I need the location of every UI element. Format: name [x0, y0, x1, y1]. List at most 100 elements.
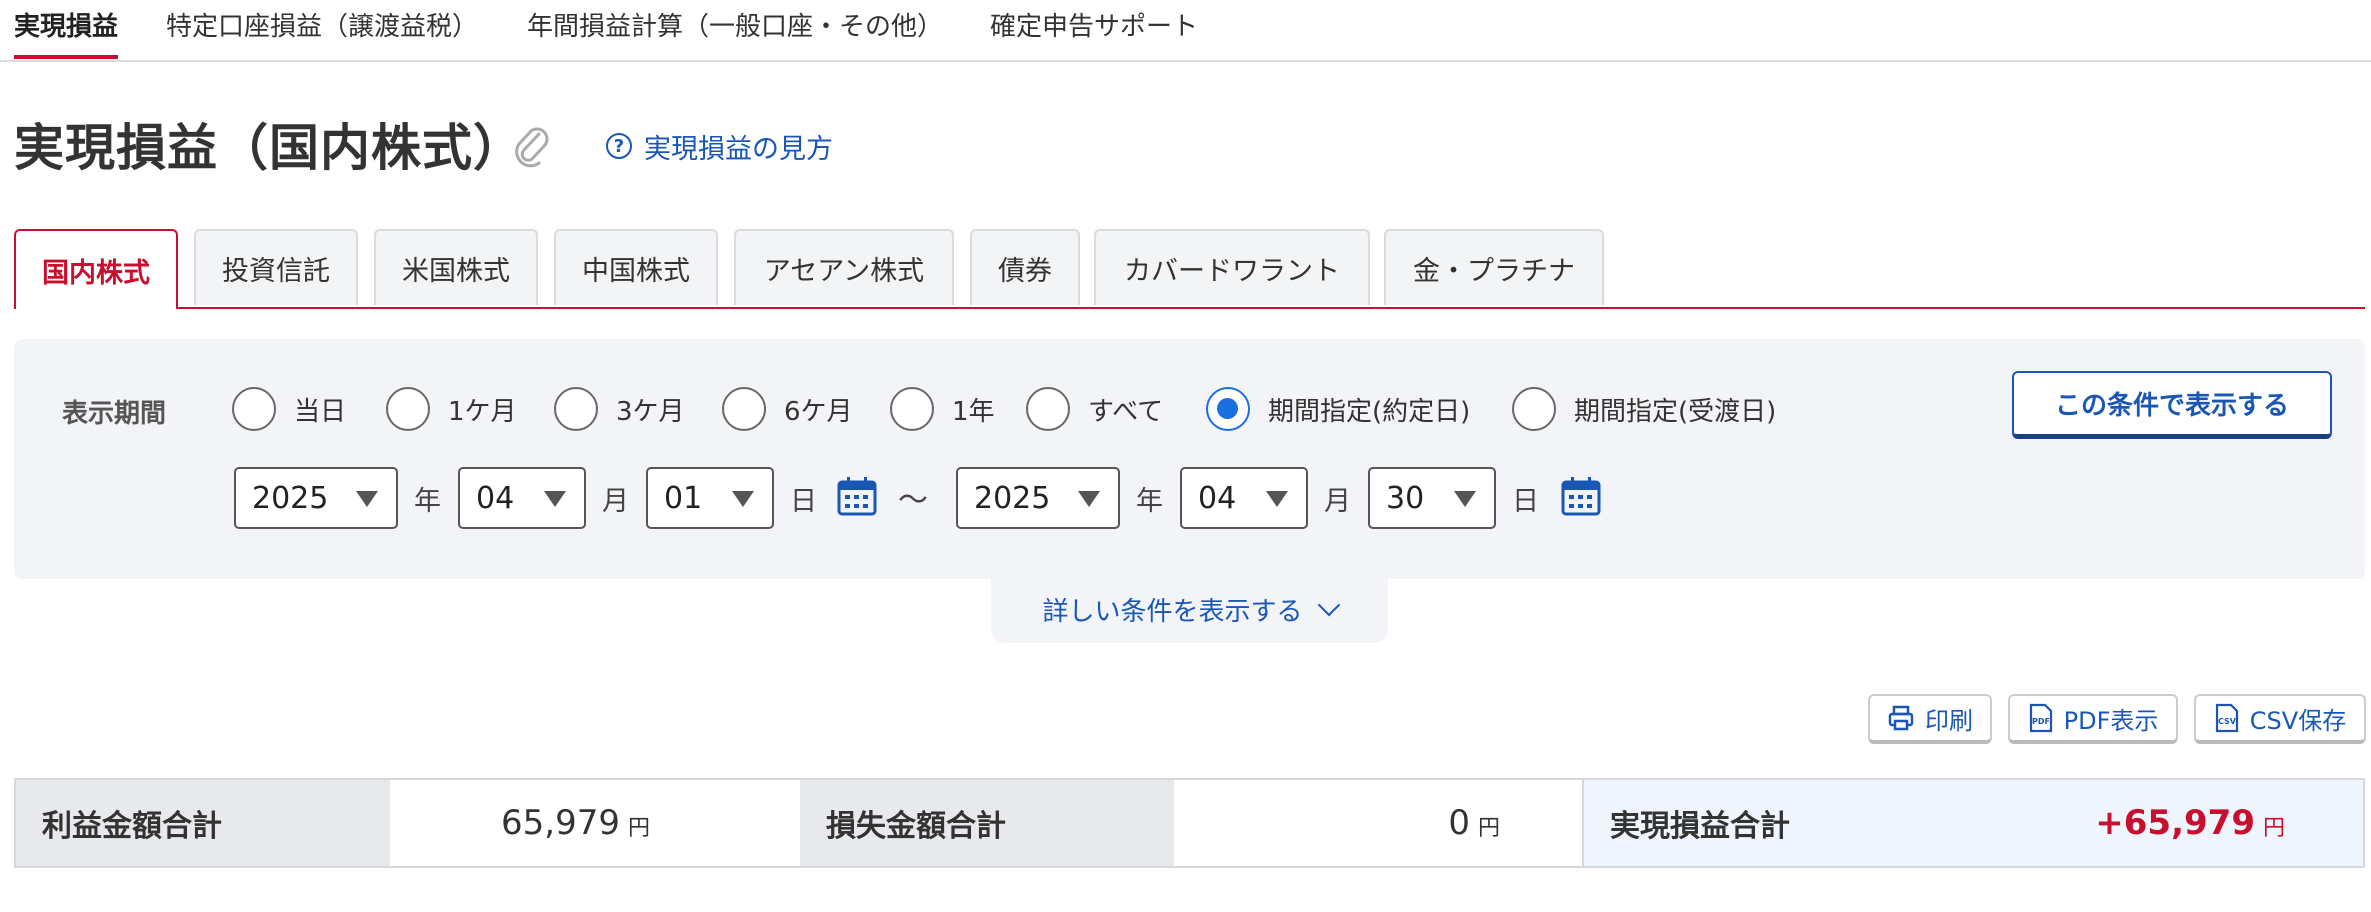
radio-1-month[interactable]: 1ケ月	[386, 385, 517, 433]
caret-down-icon	[544, 491, 566, 507]
radio-label: 1年	[952, 396, 995, 427]
radio-label: すべて	[1088, 396, 1164, 427]
csv-label: CSV保存	[2249, 706, 2347, 735]
range-separator: 〜	[898, 483, 928, 518]
more-conditions-label: 詳しい条件を表示する	[1042, 596, 1303, 627]
tab-asean-stocks[interactable]: アセアン株式	[734, 229, 954, 305]
top-nav: 実現損益 特定口座損益（譲渡益税） 年間損益計算（一般口座・その他） 確定申告サ…	[0, 0, 2371, 62]
to-year-select[interactable]: 2025	[956, 467, 1120, 529]
loss-total-value: 0円	[1174, 780, 1582, 866]
tab-bonds[interactable]: 債券	[970, 229, 1080, 305]
from-day-select[interactable]: 01	[646, 467, 774, 529]
radio-label: 期間指定(約定日)	[1268, 396, 1471, 427]
profit-total-value: 65,979 円	[390, 780, 730, 866]
currency-unit: 円	[1477, 816, 1500, 841]
select-value: 04	[476, 480, 515, 516]
filter-panel: 表示期間 当日 1ケ月 3ケ月 6ケ月 1年 すべて 期間指定(約定日) 期間指…	[14, 339, 2365, 579]
unit-year: 年	[1136, 486, 1163, 517]
printer-icon	[1888, 705, 1914, 731]
radio-label: 当日	[294, 396, 347, 427]
to-month-select[interactable]: 04	[1180, 467, 1308, 529]
nav-realized-pl[interactable]: 実現損益	[14, 6, 118, 43]
radio-label: 期間指定(受渡日)	[1574, 396, 1777, 427]
summary-table: 利益金額合計 65,979 円 損失金額合計 0円 実現損益合計 +65,979 円	[14, 778, 2365, 868]
caret-down-icon	[1266, 491, 1288, 507]
tab-investment-trusts[interactable]: 投資信託	[194, 229, 358, 305]
to-day-select[interactable]: 30	[1368, 467, 1496, 529]
tab-china-stocks[interactable]: 中国株式	[554, 229, 718, 305]
svg-text:PDF: PDF	[2032, 717, 2050, 726]
period-label: 表示期間	[62, 399, 167, 429]
profit-amount: 65,979	[501, 803, 620, 843]
radio-custom-settlement-date[interactable]: 期間指定(受渡日)	[1512, 385, 1776, 433]
unit-month: 月	[1324, 486, 1351, 517]
currency-unit: 円	[2262, 816, 2285, 841]
radio-3-months[interactable]: 3ケ月	[554, 385, 685, 433]
radio-custom-trade-date[interactable]: 期間指定(約定日)	[1206, 385, 1470, 433]
caret-down-icon	[1454, 491, 1476, 507]
pdf-file-icon: PDF	[2029, 703, 2052, 733]
help-link[interactable]: ? 実現損益の見方	[606, 126, 833, 166]
apply-conditions-button[interactable]: この条件で表示する	[2012, 371, 2332, 439]
realized-pl-total-label: 実現損益合計	[1610, 809, 1790, 844]
svg-text:CSV: CSV	[2218, 717, 2237, 726]
currency-unit: 円	[627, 816, 650, 841]
radio-1-year[interactable]: 1年	[890, 385, 995, 433]
tab-domestic-stocks[interactable]: 国内株式	[14, 229, 178, 309]
loss-amount: 0	[1448, 803, 1470, 843]
paperclip-icon[interactable]	[512, 124, 552, 168]
unit-year: 年	[414, 486, 441, 517]
csv-file-icon: CSV	[2215, 703, 2238, 733]
tab-covered-warrants[interactable]: カバードワラント	[1094, 229, 1370, 305]
radio-circle[interactable]	[386, 387, 430, 431]
radio-circle-checked[interactable]	[1206, 387, 1250, 431]
from-month-select[interactable]: 04	[458, 467, 586, 529]
radio-label: 1ケ月	[448, 396, 517, 427]
radio-circle[interactable]	[890, 387, 934, 431]
pdf-view-button[interactable]: PDF PDF表示	[2008, 694, 2178, 744]
radio-all[interactable]: すべて	[1026, 385, 1163, 433]
radio-circle[interactable]	[1512, 387, 1556, 431]
nav-annual-pl-calc[interactable]: 年間損益計算（一般口座・その他）	[527, 6, 943, 43]
radio-circle[interactable]	[722, 387, 766, 431]
pdf-label: PDF表示	[2063, 706, 2159, 735]
unit-month: 月	[602, 486, 629, 517]
radio-circle[interactable]	[1026, 387, 1070, 431]
calendar-icon[interactable]	[1560, 475, 1602, 517]
radio-label: 6ケ月	[784, 396, 853, 427]
nav-specific-account-pl[interactable]: 特定口座損益（譲渡益税）	[166, 6, 478, 43]
radio-label: 3ケ月	[616, 396, 685, 427]
select-value: 01	[664, 480, 703, 516]
select-value: 30	[1386, 480, 1425, 516]
active-nav-indicator	[14, 55, 118, 59]
help-link-label: 実現損益の見方	[644, 133, 833, 165]
select-value: 04	[1198, 480, 1237, 516]
show-more-conditions-toggle[interactable]: 詳しい条件を表示する	[991, 575, 1388, 643]
profit-total-label: 利益金額合計	[16, 780, 390, 866]
realized-pl-total-value: +65,979 円	[2095, 780, 2285, 866]
chevron-down-icon	[1317, 593, 1340, 617]
radio-today[interactable]: 当日	[232, 385, 346, 433]
unit-day: 日	[1512, 486, 1539, 517]
tab-gold-platinum[interactable]: 金・プラチナ	[1384, 229, 1604, 305]
radio-circle[interactable]	[554, 387, 598, 431]
print-button[interactable]: 印刷	[1868, 694, 1992, 744]
select-value: 2025	[974, 480, 1051, 516]
product-tabs: 国内株式 投資信託 米国株式 中国株式 アセアン株式 債券 カバードワラント 金…	[14, 229, 2365, 309]
question-circle-icon: ?	[606, 133, 632, 159]
caret-down-icon	[732, 491, 754, 507]
realized-pl-total-cell: 実現損益合計 +65,979 円	[1582, 780, 2363, 866]
csv-save-button[interactable]: CSV CSV保存	[2194, 694, 2366, 744]
nav-tax-return-support[interactable]: 確定申告サポート	[990, 6, 1198, 43]
caret-down-icon	[1078, 491, 1100, 507]
calendar-icon[interactable]	[836, 475, 878, 517]
radio-circle[interactable]	[232, 387, 276, 431]
loss-total-label: 損失金額合計	[800, 780, 1174, 866]
from-year-select[interactable]: 2025	[234, 467, 398, 529]
total-amount: +65,979	[2095, 803, 2255, 843]
radio-6-months[interactable]: 6ケ月	[722, 385, 853, 433]
tab-us-stocks[interactable]: 米国株式	[374, 229, 538, 305]
print-label: 印刷	[1925, 706, 1973, 735]
select-value: 2025	[252, 480, 329, 516]
caret-down-icon	[356, 491, 378, 507]
